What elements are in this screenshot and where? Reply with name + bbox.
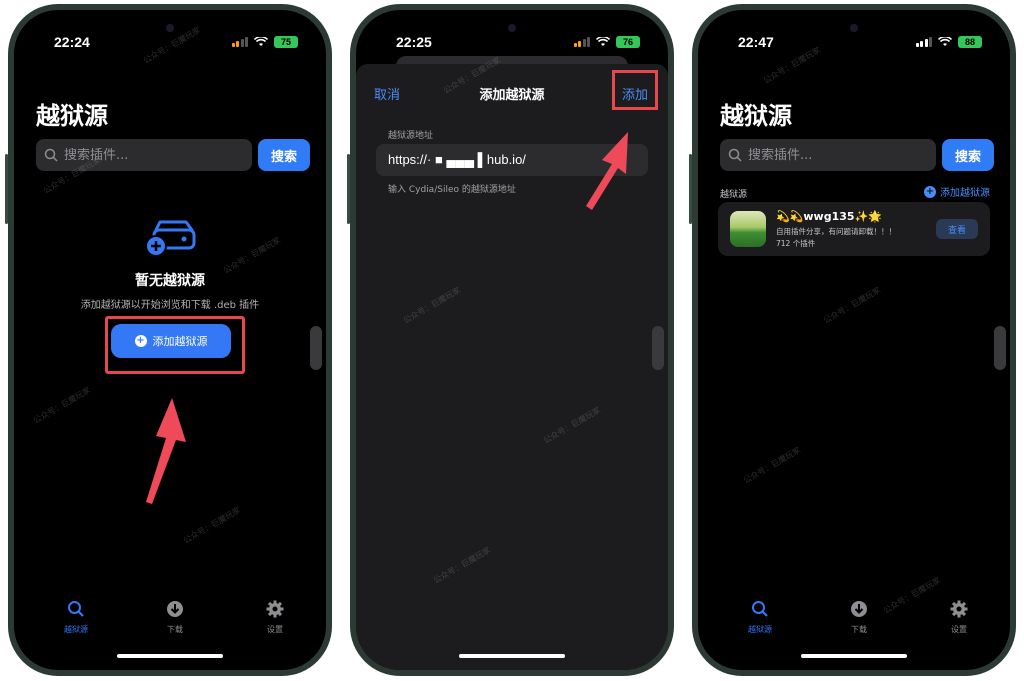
phone-screen-empty: 22:24 75 越狱源 搜索 暂无越狱源 添加越狱源以开始浏览和下载 .deb… — [5, 4, 332, 676]
side-handle[interactable] — [310, 326, 322, 370]
tab-sources[interactable]: 越狱源 — [730, 600, 790, 635]
tab-settings[interactable]: 设置 — [245, 600, 305, 635]
status-bar: 22:24 75 — [14, 10, 326, 60]
tab-downloads[interactable]: 下载 — [829, 600, 889, 635]
tab-label: 下载 — [851, 625, 867, 634]
gear-icon — [266, 600, 284, 618]
page-title: 越狱源 — [720, 102, 792, 130]
tab-settings[interactable]: 设置 — [929, 600, 989, 635]
tab-label: 越狱源 — [748, 625, 772, 634]
status-time: 22:47 — [738, 34, 774, 50]
add-source-label: 添加越狱源 — [152, 335, 208, 348]
add-source-button[interactable]: + 添加越狱源 — [924, 184, 990, 199]
empty-subtitle: 添加越狱源以开始浏览和下载 .deb 插件 — [80, 300, 260, 311]
source-description: 自用插件分享，有问题请卸载！！！ — [776, 227, 896, 236]
add-button[interactable]: 添加 — [622, 84, 648, 103]
battery-icon: 76 — [616, 36, 640, 48]
home-indicator[interactable] — [117, 654, 223, 658]
plus-circle-icon: + — [924, 185, 936, 198]
tab-label: 设置 — [267, 625, 283, 634]
wifi-icon — [938, 37, 952, 47]
add-repo-icon — [145, 220, 196, 257]
source-thumbnail — [730, 211, 766, 247]
search-input[interactable] — [64, 147, 234, 163]
screen: 22:47 88 越狱源 搜索 越狱源 + 添加越狱源 💫💫wwg135✨🌟 自… — [698, 10, 1010, 670]
status-icons: 76 — [573, 36, 640, 48]
field-label: 越狱源地址 — [388, 131, 434, 141]
tab-label: 设置 — [951, 625, 967, 634]
status-icons: 75 — [231, 36, 298, 48]
tab-bar: 越狱源 下载 设置 — [698, 600, 1010, 634]
add-source-button[interactable]: + 添加越狱源 — [111, 324, 231, 358]
battery-icon: 75 — [274, 36, 298, 48]
home-indicator[interactable] — [801, 654, 907, 658]
source-plugin-count: 712 个插件 — [776, 239, 816, 248]
cellular-signal-icon — [915, 37, 932, 47]
phone-screen-source-list: 22:47 88 越狱源 搜索 越狱源 + 添加越狱源 💫💫wwg135✨🌟 自… — [689, 4, 1016, 676]
home-indicator[interactable] — [459, 654, 565, 658]
plus-circle-icon: + — [134, 335, 147, 347]
screen: 22:24 75 越狱源 搜索 暂无越狱源 添加越狱源以开始浏览和下载 .deb… — [14, 10, 326, 670]
page-title: 越狱源 — [36, 102, 108, 130]
field-help-text: 输入 Cydia/Sileo 的越狱源地址 — [388, 185, 516, 195]
tab-label: 下载 — [167, 625, 183, 634]
status-bar: 22:47 88 — [698, 10, 1010, 60]
side-handle[interactable] — [652, 326, 664, 370]
search-icon — [68, 601, 84, 617]
search-icon — [728, 148, 742, 162]
download-icon — [851, 601, 867, 617]
tab-sources[interactable]: 越狱源 — [46, 600, 106, 635]
add-source-sheet: 取消 添加越狱源 添加 越狱源地址 https://· ■ ▄▄▄ ▌hub.i… — [356, 64, 668, 670]
empty-title: 暂无越狱源 — [135, 273, 205, 289]
status-time: 22:25 — [396, 34, 432, 50]
search-box[interactable] — [36, 139, 252, 171]
cellular-signal-icon — [573, 37, 590, 47]
pointer-arrow — [146, 398, 186, 504]
gear-icon — [950, 600, 968, 618]
source-name: 💫💫wwg135✨🌟 — [776, 210, 882, 223]
battery-icon: 88 — [958, 36, 982, 48]
search-icon — [752, 601, 768, 617]
add-source-label: 添加越狱源 — [940, 188, 990, 199]
cellular-signal-icon — [231, 37, 248, 47]
search-icon — [44, 148, 58, 162]
download-icon — [167, 601, 183, 617]
status-bar: 22:25 76 — [356, 10, 668, 60]
side-handle[interactable] — [994, 326, 1006, 370]
tab-bar: 越狱源 下载 设置 — [14, 600, 326, 634]
search-button[interactable]: 搜索 — [258, 139, 310, 171]
tab-downloads[interactable]: 下载 — [145, 600, 205, 635]
status-icons: 88 — [915, 36, 982, 48]
source-card[interactable]: 💫💫wwg135✨🌟 自用插件分享，有问题请卸载！！！ 712 个插件 查看 — [718, 202, 990, 256]
section-label: 越狱源 — [720, 190, 748, 200]
wifi-icon — [254, 37, 268, 47]
search-input[interactable] — [748, 147, 918, 163]
pointer-arrow — [586, 132, 628, 210]
search-box[interactable] — [720, 139, 936, 171]
view-button[interactable]: 查看 — [936, 219, 978, 239]
screen: 22:25 76 取消 添加越狱源 添加 越狱源地址 https://· ■ ▄… — [356, 10, 668, 670]
status-time: 22:24 — [54, 34, 90, 50]
phone-screen-add-source: 22:25 76 取消 添加越狱源 添加 越狱源地址 https://· ■ ▄… — [347, 4, 674, 676]
wifi-icon — [596, 37, 610, 47]
tab-label: 越狱源 — [64, 625, 88, 634]
search-button[interactable]: 搜索 — [942, 139, 994, 171]
